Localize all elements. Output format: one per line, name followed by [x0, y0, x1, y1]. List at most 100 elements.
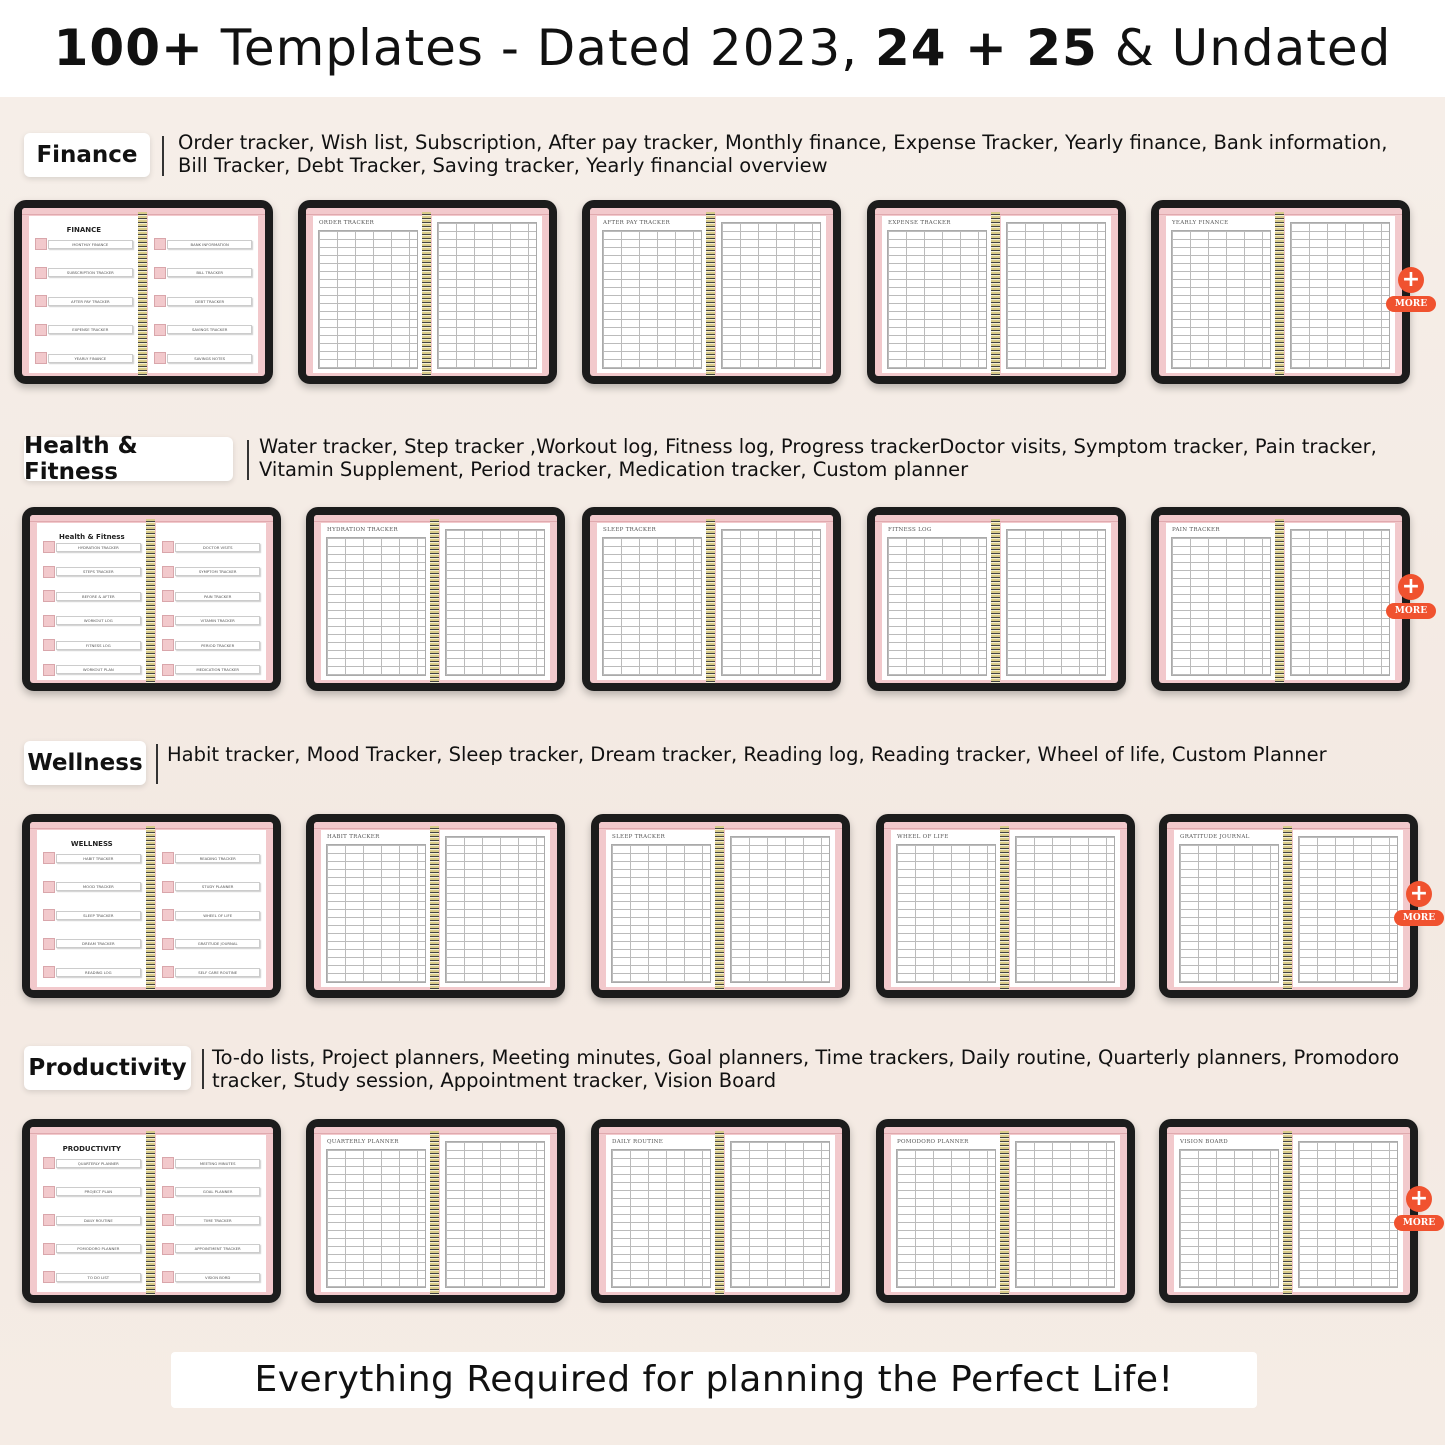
template-tablet[interactable]: YEARLY FINANCE — [1151, 200, 1410, 384]
index-item[interactable]: WORKOUT LOG — [43, 614, 141, 627]
index-item[interactable]: AFTER PAY TRACKER — [35, 295, 133, 307]
index-item[interactable]: MEDICATION TRACKER — [162, 663, 260, 676]
right-page — [716, 523, 826, 680]
index-item[interactable]: SUBSCRIPTION TRACKER — [35, 266, 133, 279]
index-item[interactable]: DOCTOR VISITS — [162, 541, 260, 553]
index-item-icon — [35, 295, 47, 307]
index-item-label: PERIOD TRACKER — [175, 640, 260, 650]
template-tablet[interactable]: HABIT TRACKER — [306, 814, 565, 998]
right-page — [432, 216, 542, 373]
index-item[interactable]: QUARTERLY PLANNER — [43, 1157, 141, 1169]
index-item-icon — [43, 1185, 55, 1198]
index-item[interactable]: DEBT TRACKER — [154, 295, 252, 307]
template-tablet[interactable]: GRATITUDE JOURNAL — [1159, 814, 1418, 998]
template-tablet[interactable]: QUARTERLY PLANNER — [306, 1119, 565, 1303]
index-item[interactable]: STEPS TRACKER — [43, 565, 141, 578]
tablet-screen: Health & Fitness HYDRATION TRACKER STEPS T… — [30, 515, 273, 683]
template-tablet[interactable]: HYDRATION TRACKER — [306, 507, 565, 691]
index-item-label: WORKOUT PLAN — [56, 665, 141, 674]
index-item[interactable]: MONTHLY FINANCE — [35, 238, 133, 250]
index-item[interactable]: GOAL PLANNER — [162, 1185, 260, 1198]
index-item[interactable]: YEARLY FINANCE — [35, 352, 133, 364]
index-item[interactable]: PERIOD TRACKER — [162, 639, 260, 651]
index-item[interactable]: READING TRACKER — [162, 852, 260, 864]
index-item-label: VITAMIN TRACKER — [175, 616, 260, 625]
index-item-label: GOAL PLANNER — [175, 1187, 260, 1196]
index-item[interactable]: TIME TRACKER — [162, 1214, 260, 1226]
index-item[interactable]: DAILY ROUTINE — [43, 1214, 141, 1226]
index-item[interactable]: STUDY PLANNER — [162, 880, 260, 893]
index-item[interactable]: SLEEP TRACKER — [43, 909, 141, 921]
left-page: QUARTERLY PLANNER — [321, 1135, 431, 1292]
title-part: & Undated — [1097, 19, 1392, 77]
index-item[interactable]: VISION BORD — [162, 1271, 260, 1283]
index-item[interactable]: BANK INFORMATION — [154, 238, 252, 250]
index-item[interactable]: SYMPTOM TRACKER — [162, 565, 260, 578]
template-tablet[interactable]: FITNESS LOG — [867, 507, 1126, 691]
index-item[interactable]: HABIT TRACKER — [43, 852, 141, 864]
right-page: READING TRACKER STUDY PLANNER WHEEL OF LIF… — [156, 830, 266, 987]
template-tablet[interactable]: SLEEP TRACKER — [591, 814, 850, 998]
template-grid — [445, 1141, 545, 1288]
index-item-label: WHEEL OF LIFE — [175, 910, 260, 920]
template-tablet[interactable]: VISION BOARD — [1159, 1119, 1418, 1303]
more-button[interactable]: + MORE — [1394, 881, 1444, 926]
spiral-binding — [705, 519, 716, 683]
index-item[interactable]: BILL TRACKER — [154, 266, 252, 279]
template-tablet[interactable]: DAILY ROUTINE — [591, 1119, 850, 1303]
index-tablet[interactable]: WELLNESS HABIT TRACKER MOOD TRACKER SLEEP T… — [22, 814, 281, 998]
template-tablet[interactable]: POMODORO PLANNER — [876, 1119, 1135, 1303]
index-item[interactable]: SELF CARE ROUTINE — [162, 966, 260, 978]
index-item[interactable]: WHEEL OF LIFE — [162, 909, 260, 921]
index-item[interactable]: EXPENSE TRACKER — [35, 323, 133, 336]
index-item-label: STEPS TRACKER — [56, 567, 141, 576]
left-page: WHEEL OF LIFE — [891, 830, 1001, 987]
index-item-label: YEARLY FINANCE — [48, 353, 133, 363]
index-item[interactable]: HYDRATION TRACKER — [43, 541, 141, 553]
spiral-binding — [145, 826, 156, 990]
template-page-title: WHEEL OF LIFE — [897, 834, 949, 840]
index-item[interactable]: POMODORO PLANNER — [43, 1242, 141, 1255]
index-item[interactable]: DREAM TRACKER — [43, 937, 141, 950]
template-grid — [896, 844, 996, 983]
more-button[interactable]: + MORE — [1386, 574, 1436, 619]
template-tablet[interactable]: ORDER TRACKER — [298, 200, 557, 384]
index-item[interactable]: SAVINGS NOTES — [154, 352, 252, 364]
index-item-icon — [43, 1242, 55, 1255]
page-title: 100+ Templates - Dated 2023, 24 + 25 & U… — [0, 0, 1445, 97]
template-tablet[interactable]: SLEEP TRACKER — [582, 507, 841, 691]
index-tablet[interactable]: FINANCE MONTHLY FINANCE SUBSCRIPTION TRACK… — [14, 200, 273, 384]
index-item[interactable]: SAVINGS TRACKER — [154, 323, 252, 336]
spiral-binding — [1282, 826, 1293, 990]
more-button[interactable]: + MORE — [1386, 267, 1436, 312]
index-item[interactable]: TO DO LIST — [43, 1271, 141, 1283]
index-title: PRODUCTIVITY — [62, 1145, 121, 1153]
more-button[interactable]: + MORE — [1394, 1186, 1444, 1231]
left-page: FINANCE MONTHLY FINANCE SUBSCRIPTION TRACK… — [29, 216, 139, 373]
index-item-label: DEBT TRACKER — [167, 296, 252, 306]
index-item-label: SYMPTOM TRACKER — [175, 567, 260, 576]
index-tablet[interactable]: Health & Fitness HYDRATION TRACKER STEPS T… — [22, 507, 281, 691]
index-item[interactable]: PAIN TRACKER — [162, 590, 260, 602]
index-item[interactable]: WORKOUT PLAN — [43, 663, 141, 676]
index-item[interactable]: MOOD TRACKER — [43, 880, 141, 893]
index-item[interactable]: MEETING MINUTES — [162, 1157, 260, 1169]
index-item[interactable]: READING LOG — [43, 966, 141, 978]
index-item[interactable]: APPOINTMENT TRACKER — [162, 1242, 260, 1255]
template-page-title: ORDER TRACKER — [319, 220, 375, 226]
index-item[interactable]: VITAMIN TRACKER — [162, 614, 260, 627]
tablet-screen: POMODORO PLANNER — [884, 1127, 1127, 1295]
index-item-label: DAILY ROUTINE — [56, 1215, 141, 1225]
template-grid — [326, 537, 426, 676]
index-tablet[interactable]: PRODUCTIVITY QUARTERLY PLANNER PROJECT PLA… — [22, 1119, 281, 1303]
template-tablet[interactable]: PAIN TRACKER — [1151, 507, 1410, 691]
template-tablet[interactable]: WHEEL OF LIFE — [876, 814, 1135, 998]
index-item[interactable]: PROJECT PLAN — [43, 1185, 141, 1198]
template-tablet[interactable]: EXPENSE TRACKER — [867, 200, 1126, 384]
index-item[interactable]: BEFORE & AFTER — [43, 590, 141, 602]
index-item[interactable]: FITNESS LOG — [43, 639, 141, 651]
index-item[interactable]: GRATITUDE JOURNAL — [162, 937, 260, 950]
template-tablet[interactable]: AFTER PAY TRACKER — [582, 200, 841, 384]
template-page-title: PAIN TRACKER — [1172, 527, 1220, 533]
plus-icon: + — [1406, 881, 1432, 907]
